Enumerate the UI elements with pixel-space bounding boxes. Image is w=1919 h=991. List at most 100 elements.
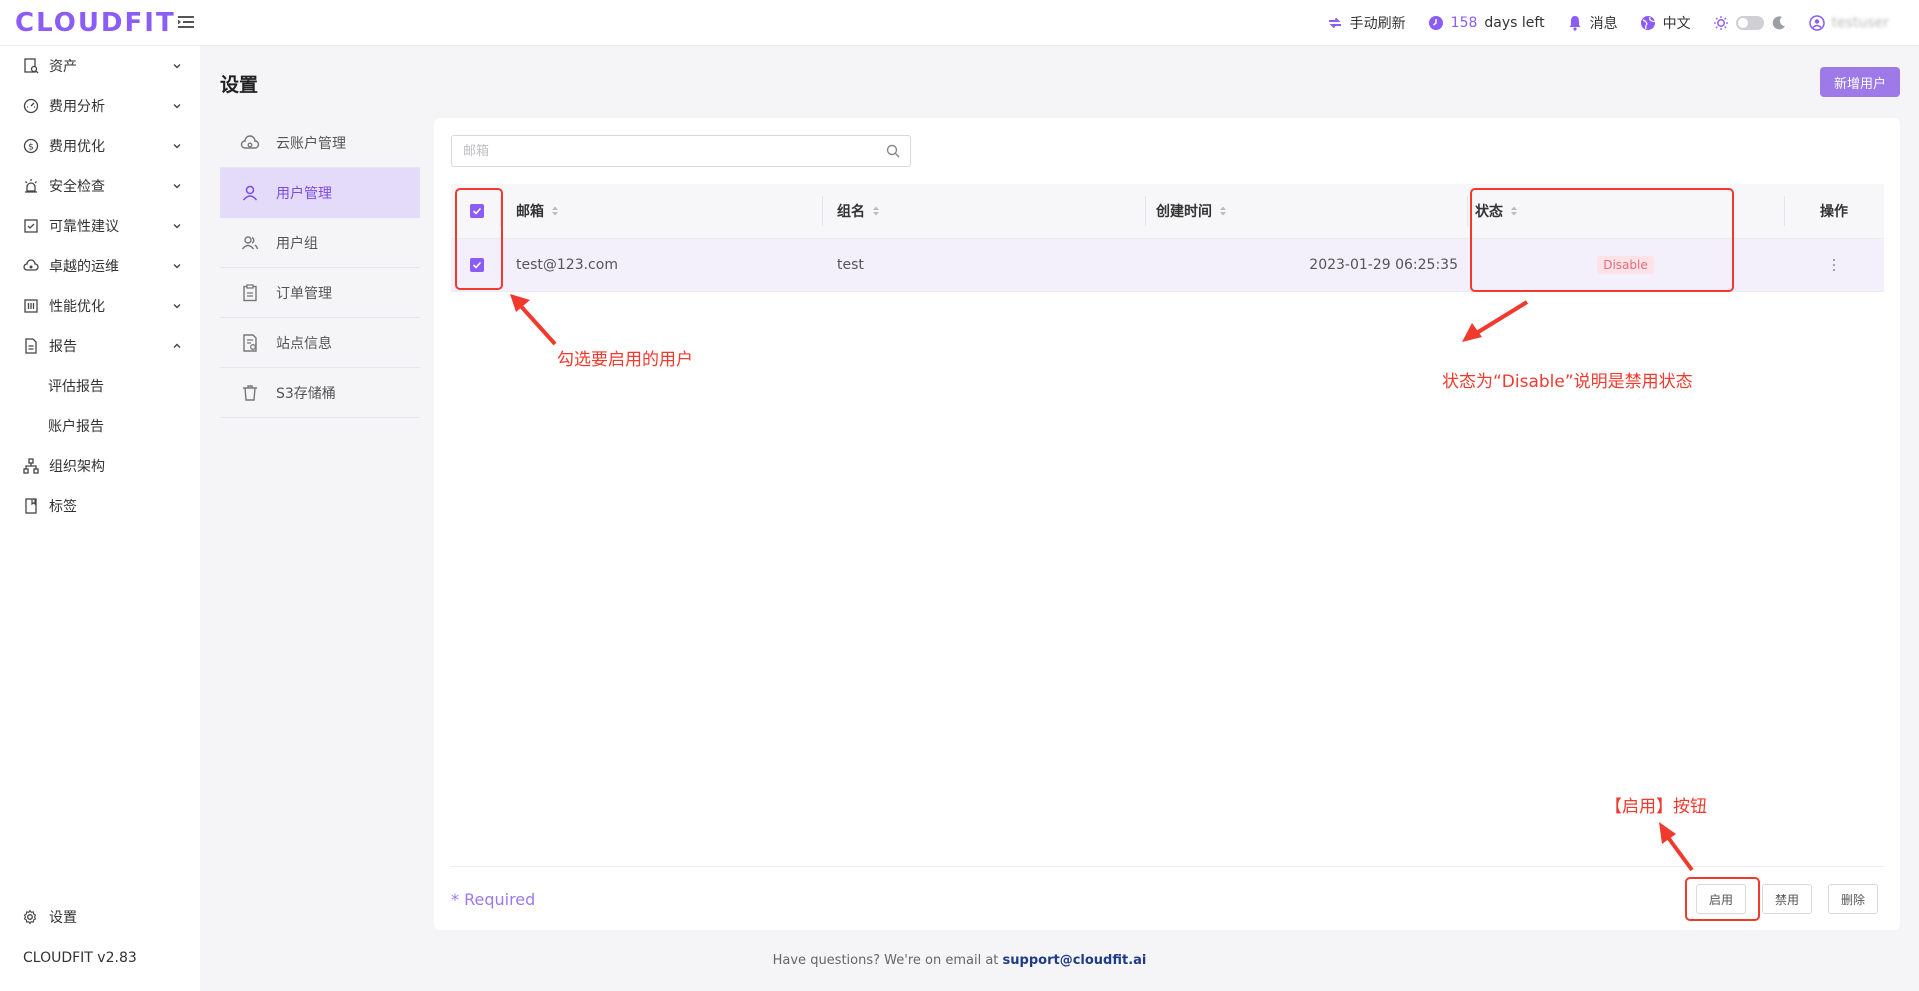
column-header-label: 状态 — [1475, 204, 1503, 220]
row-select-cell — [470, 239, 484, 291]
menu-collapse-icon[interactable] — [177, 13, 195, 31]
cost-analysis-icon — [23, 98, 39, 114]
sidebar-item-cost-optimization[interactable]: $ 费用优化 — [0, 126, 200, 166]
messages-button[interactable]: 消息 — [1567, 13, 1618, 33]
sidebar-item-account-report[interactable]: 账户报告 — [0, 406, 200, 446]
sidebar-item-assets[interactable]: 资产 — [0, 46, 200, 86]
sidebar-item-reports[interactable]: 报告 — [0, 326, 200, 366]
column-header-label: 操作 — [1820, 204, 1848, 220]
column-header-status[interactable]: 状态 — [1475, 184, 1518, 238]
column-header-email[interactable]: 邮箱 — [516, 184, 559, 238]
settings-item-label: S3存储桶 — [276, 385, 336, 402]
document-settings-icon — [243, 333, 257, 352]
help-footer: Have questions? We're on email at suppor… — [0, 953, 1919, 968]
sidebar-item-operations[interactable]: 卓越的运维 — [0, 246, 200, 286]
column-header-label: 组名 — [837, 204, 865, 220]
status-badge: Disable — [1597, 256, 1654, 274]
sidebar-item-assessment-report[interactable]: 评估报告 — [0, 366, 200, 406]
bucket-icon — [243, 384, 257, 401]
theme-toggle[interactable] — [1735, 16, 1764, 30]
top-bar: CLOUDFIT 手动刷新 158 days left 消息 中文 testus… — [0, 0, 1919, 46]
annotation-checkbox-note: 勾选要启用的用户 — [557, 350, 693, 370]
row-created-time: 2023-01-29 06:25:35 — [1309, 257, 1458, 273]
chevron-down-icon — [173, 104, 181, 109]
column-header-label: 创建时间 — [1156, 204, 1212, 220]
column-header-group[interactable]: 组名 — [837, 184, 880, 238]
sidebar-item-organization[interactable]: 组织架构 — [0, 446, 200, 486]
sidebar-item-label: 费用分析 — [49, 99, 105, 115]
globe-icon — [1640, 16, 1656, 30]
theme-switch[interactable] — [1713, 15, 1787, 31]
sort-icon[interactable] — [1510, 205, 1518, 217]
cloud-ops-icon — [23, 259, 39, 271]
chevron-down-icon — [173, 304, 181, 309]
sort-icon[interactable] — [1219, 205, 1227, 217]
chevron-up-icon — [173, 343, 181, 348]
check-icon — [472, 207, 482, 215]
chevron-down-icon — [173, 224, 181, 229]
user-menu[interactable]: testuser — [1808, 15, 1889, 31]
check-icon — [472, 261, 482, 269]
manual-refresh-button[interactable]: 手动刷新 — [1327, 13, 1406, 33]
row-email: test@123.com — [516, 257, 618, 273]
sidebar-item-tags[interactable]: 标签 — [0, 486, 200, 526]
column-divider — [1145, 196, 1146, 226]
support-email-link[interactable]: support@cloudfit.ai — [1003, 953, 1147, 968]
column-header-actions: 操作 — [1784, 184, 1884, 238]
row-checkbox[interactable] — [470, 258, 484, 272]
chevron-down-icon — [173, 264, 181, 269]
sidebar-item-security-check[interactable]: 安全检查 — [0, 166, 200, 206]
page-title: 设置 — [220, 74, 259, 96]
clipboard-icon — [243, 283, 257, 301]
sidebar-item-performance[interactable]: 性能优化 — [0, 286, 200, 326]
sort-icon[interactable] — [551, 205, 559, 217]
add-user-button[interactable]: 新增用户 — [1820, 67, 1900, 97]
sidebar-item-label: 设置 — [49, 910, 77, 926]
language-switch[interactable]: 中文 — [1640, 13, 1691, 33]
disable-button[interactable]: 禁用 — [1762, 884, 1813, 914]
delete-button[interactable]: 删除 — [1828, 884, 1879, 914]
more-vertical-icon[interactable] — [1832, 258, 1836, 272]
sidebar-item-settings[interactable]: 设置 — [0, 897, 200, 937]
sidebar-item-label: 评估报告 — [48, 379, 104, 395]
settings-item-s3-buckets[interactable]: S3存储桶 — [220, 368, 420, 418]
column-divider — [500, 196, 501, 226]
email-search-input[interactable] — [452, 136, 872, 166]
select-all-checkbox[interactable] — [470, 204, 484, 218]
column-header-created[interactable]: 创建时间 — [1156, 184, 1227, 238]
sidebar-item-label: 卓越的运维 — [49, 259, 119, 275]
row-actions-cell — [1784, 239, 1884, 291]
settings-item-site-info[interactable]: 站点信息 — [220, 318, 420, 368]
bell-icon — [1569, 16, 1581, 31]
sidebar-item-label: 安全检查 — [49, 179, 105, 195]
settings-item-label: 用户管理 — [276, 185, 332, 202]
settings-item-user-management[interactable]: 用户管理 — [220, 168, 420, 218]
chevron-down-icon — [173, 64, 181, 69]
enable-button[interactable]: 启用 — [1696, 884, 1747, 914]
days-left-label: days left — [1484, 15, 1545, 31]
sidebar-item-reliability[interactable]: 可靠性建议 — [0, 206, 200, 246]
sidebar-item-label: 组织架构 — [49, 459, 105, 475]
messages-label: 消息 — [1589, 16, 1618, 32]
sidebar-item-label: 费用优化 — [49, 139, 105, 155]
reliability-icon — [24, 219, 38, 233]
chevron-down-icon — [173, 184, 181, 189]
sidebar: 资产 费用分析 $ 费用优化 安全检查 可靠性建议 卓越的运维 性能优化 报告 … — [0, 46, 200, 991]
search-icon[interactable] — [886, 144, 900, 158]
settings-item-user-groups[interactable]: 用户组 — [220, 218, 420, 268]
clock-icon — [1428, 16, 1443, 30]
sidebar-item-label: 报告 — [49, 339, 77, 355]
email-search-box — [451, 135, 911, 167]
sort-icon[interactable] — [872, 205, 880, 217]
settings-item-orders[interactable]: 订单管理 — [220, 268, 420, 318]
moon-icon — [1772, 16, 1785, 30]
annotation-button-note: 【启用】按钮 — [1605, 797, 1707, 817]
sidebar-item-label: 账户报告 — [48, 419, 104, 435]
alarm-icon — [25, 179, 37, 193]
days-left-indicator: 158 days left — [1428, 15, 1545, 31]
table-row[interactable]: test@123.com test 2023-01-29 06:25:35 Di… — [451, 239, 1884, 292]
sidebar-item-cost-analysis[interactable]: 费用分析 — [0, 86, 200, 126]
row-group: test — [837, 257, 864, 273]
settings-item-cloud-accounts[interactable]: 云账户管理 — [220, 118, 420, 168]
sidebar-item-label: 性能优化 — [49, 299, 105, 315]
